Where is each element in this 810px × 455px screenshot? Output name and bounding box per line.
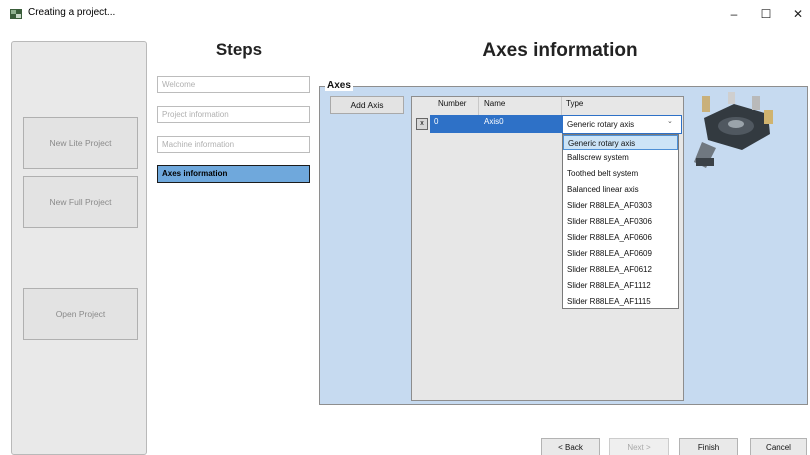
dropdown-option[interactable]: Slider R88LEA_AF0306 <box>563 214 678 229</box>
step-project-information: Project information <box>157 106 310 123</box>
dropdown-option[interactable]: Slider R88LEA_AF0606 <box>563 230 678 245</box>
finish-button[interactable]: Finish <box>679 438 738 455</box>
dropdown-option[interactable]: Slider R88LEA_AF1112 <box>563 278 678 293</box>
dropdown-option[interactable]: Slider R88LEA_AF0612 <box>563 262 678 277</box>
step-axes-information: Axes information <box>157 165 310 183</box>
axis-type-select[interactable]: Generic rotary axis <box>562 115 682 134</box>
column-header-name: Name <box>484 99 506 108</box>
axis-name-cell[interactable]: Axis0 <box>484 117 504 126</box>
app-icon <box>10 9 22 19</box>
delete-row-button[interactable]: x <box>416 118 428 130</box>
dropdown-option[interactable]: Balanced linear axis <box>563 182 678 197</box>
new-full-project-button[interactable]: New Full Project <box>23 176 138 228</box>
new-lite-project-button[interactable]: New Lite Project <box>23 117 138 169</box>
dropdown-option[interactable]: Ballscrew system <box>563 150 678 165</box>
back-button[interactable]: < Back <box>541 438 600 455</box>
column-divider <box>561 97 562 115</box>
close-button[interactable]: ✕ <box>784 4 810 24</box>
axes-group-label: Axes <box>325 80 353 91</box>
column-divider <box>478 97 479 115</box>
dropdown-option[interactable]: Slider R88LEA_AF0609 <box>563 246 678 261</box>
open-project-button[interactable]: Open Project <box>23 288 138 340</box>
dropdown-option[interactable]: Generic rotary axis <box>563 135 678 150</box>
page-title: Axes information <box>482 40 638 61</box>
dropdown-option[interactable]: Slider R88LEA_AF1115 <box>563 294 678 309</box>
column-header-type: Type <box>566 99 584 108</box>
title-bar: Creating a project... – ☐ ✕ <box>0 0 810 28</box>
minimize-button[interactable]: – <box>720 4 748 24</box>
next-button[interactable]: Next > <box>609 438 669 455</box>
cancel-button[interactable]: Cancel <box>750 438 807 455</box>
add-axis-button[interactable]: Add Axis <box>330 96 404 114</box>
dropdown-option[interactable]: Toothed belt system <box>563 166 678 181</box>
window-title: Creating a project... <box>28 7 116 18</box>
step-welcome: Welcome <box>157 76 310 93</box>
steps-title: Steps <box>215 40 263 59</box>
dropdown-option[interactable]: Slider R88LEA_AF0303 <box>563 198 678 213</box>
maximize-button[interactable]: ☐ <box>752 4 780 24</box>
project-actions-panel: New Lite Project New Full Project Open P… <box>11 41 147 455</box>
column-header-number: Number <box>438 99 467 108</box>
rotary-table-icon <box>694 92 773 168</box>
step-machine-information: Machine information <box>157 136 310 153</box>
chevron-down-icon[interactable]: ⌄ <box>667 117 673 125</box>
axis-number-cell[interactable]: 0 <box>434 117 438 126</box>
